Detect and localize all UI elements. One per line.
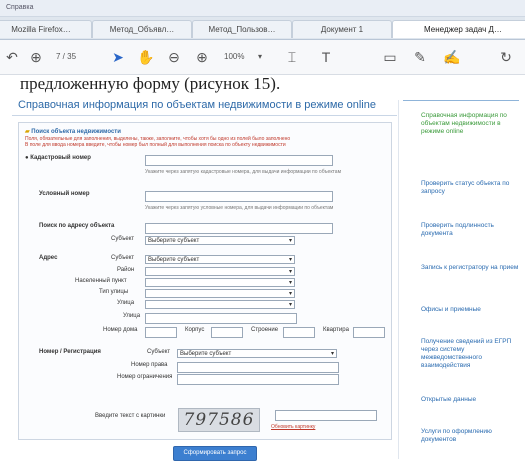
structure-input[interactable] [283, 327, 315, 338]
folder-icon: ▰ [25, 129, 30, 135]
sidebar-item-online-info[interactable]: Справочная информация по объектам недвиж… [421, 112, 519, 136]
area-select[interactable]: ▾ [145, 267, 295, 276]
section-label: ▰ Поиск объекта недвижимости [25, 129, 121, 135]
area-label: Район [117, 267, 135, 273]
tab-1[interactable]: Mozilla Firefox… [0, 20, 92, 38]
search-form: ▰ Поиск объекта недвижимости Поля, обяза… [18, 122, 392, 440]
page-counter[interactable]: 7 / 35 [56, 46, 76, 68]
warning-text-2: В поле для ввода номера введите, чтобы н… [25, 142, 286, 148]
save-icon[interactable]: ⊕ [26, 46, 46, 68]
apartment-label: Квартира [323, 327, 349, 333]
undo-icon[interactable]: ↶ [2, 46, 22, 68]
reg-date-label: Номер ограничения [117, 374, 173, 380]
captcha-input[interactable] [275, 410, 377, 421]
divider [12, 115, 397, 116]
settlement-select[interactable]: ▾ [145, 278, 295, 287]
street-type-select[interactable]: ▾ [145, 289, 295, 298]
chevron-down-icon: ▾ [288, 302, 292, 308]
select-icon[interactable]: ⌶ [282, 46, 302, 68]
tab-2[interactable]: Метод_Объявл… [92, 20, 192, 38]
chevron-down-icon: ▾ [288, 269, 292, 275]
chevron-down-icon: ▾ [288, 280, 292, 286]
subject-select[interactable]: Выберите субъект ▾ [145, 236, 295, 245]
doc-heading: предложенную форму (рисунок 15). [20, 74, 281, 93]
reg-number-input[interactable] [177, 362, 339, 373]
form-title: Справочная информация по объектам недвиж… [18, 99, 376, 111]
sidebar-item-verify[interactable]: Проверить подлинность документа [421, 222, 519, 238]
cadastral-hint: Укажите через запятую кадастровые номера… [145, 169, 342, 175]
text-icon[interactable]: T [316, 46, 336, 68]
street-type-label: Тип улицы [99, 289, 129, 295]
apartment-input[interactable] [353, 327, 385, 338]
building-input[interactable] [211, 327, 243, 338]
extra-label: Улица [123, 313, 141, 319]
street-select[interactable]: ▾ [145, 300, 295, 309]
structure-label: Строение [251, 327, 279, 333]
cadastral-label: ● Кадастровый номер [25, 155, 91, 161]
reg-subject-select[interactable]: Выберите субъект ▾ [177, 349, 337, 358]
sign-icon[interactable]: ✍ [442, 46, 462, 68]
address-block-label: Поиск по адресу объекта [39, 223, 115, 229]
addr-subject-select[interactable]: Выберите субъект ▾ [145, 255, 295, 264]
tab-strip: Mozilla Firefox… Метод_Объявл… Метод_Пол… [0, 17, 525, 40]
captcha-image: 797586 [178, 408, 260, 432]
sidebar-divider [403, 100, 519, 101]
hand-icon[interactable]: ✋ [136, 46, 156, 68]
reg-subject-label: Субъект [147, 349, 171, 355]
tab-3[interactable]: Метод_Пользов… [192, 20, 292, 38]
cadastral-input[interactable] [145, 155, 333, 166]
conditional-hint: Укажите через запятую условные номера, д… [145, 205, 334, 211]
chevron-down-icon: ▾ [288, 291, 292, 297]
settlement-label: Населенный пункт [75, 278, 127, 284]
sidebar-item-services[interactable]: Услуги по оформлению документов [421, 428, 519, 444]
conditional-label: Условный номер [39, 191, 90, 197]
conditional-input[interactable] [145, 191, 333, 202]
window-titlebar: Справка [0, 0, 525, 17]
extra-input[interactable] [145, 313, 297, 324]
comment-icon[interactable]: ▭ [380, 46, 400, 68]
reg-number-label: Номер права [131, 362, 168, 368]
reg-date-input[interactable] [177, 374, 339, 385]
zoom-in-icon[interactable]: ⊕ [192, 46, 212, 68]
house-label: Номер дома [103, 327, 138, 333]
sidebar-item-appointment[interactable]: Запись к регистратору на прием [421, 264, 519, 272]
street-label: Улица [117, 300, 135, 306]
address-label: Адрес [39, 255, 58, 261]
zoom-level[interactable]: 100% [224, 46, 244, 68]
share-icon[interactable]: ↻ [496, 46, 516, 68]
zoom-out-icon[interactable]: ⊖ [164, 46, 184, 68]
registration-label: Номер / Регистрация [39, 349, 101, 355]
address-search-input[interactable] [145, 223, 333, 234]
chevron-down-icon: ▾ [288, 257, 292, 263]
subject-label: Субъект [111, 236, 135, 242]
sidebar-item-status[interactable]: Проверить статус объекта по запросу [421, 180, 519, 196]
pen-icon[interactable]: ✎ [410, 46, 430, 68]
pointer-icon[interactable]: ➤ [108, 46, 128, 68]
building-label: Корпус [185, 327, 205, 333]
sidebar-item-open-data[interactable]: Открытые данные [421, 396, 519, 404]
sidebar-item-egrp[interactable]: Получение сведений из ЕГРП через систему… [421, 338, 519, 370]
addr-subject-label: Субъект [111, 255, 135, 261]
captcha-label: Введите текст с картинки [95, 413, 166, 419]
zoom-dropdown-icon[interactable]: ▾ [258, 46, 262, 68]
house-input[interactable] [145, 327, 177, 338]
captcha-refresh-link[interactable]: Обновить картинку [271, 424, 315, 430]
tab-4[interactable]: Документ 1 [292, 20, 392, 38]
sidebar-item-offices[interactable]: Офисы и приемные [421, 306, 519, 314]
pdf-toolbar: ↶ ⊕ 7 / 35 ➤ ✋ ⊖ ⊕ 100% ▾ ⌶ T ▭ ✎ ✍ ↻ [0, 40, 525, 75]
chevron-down-icon: ▾ [330, 351, 334, 357]
chevron-down-icon: ▾ [288, 238, 292, 244]
sidebar: Справочная информация по объектам недвиж… [398, 100, 525, 459]
radio-icon[interactable]: ● [25, 155, 29, 161]
menu-help[interactable]: Справка [6, 4, 33, 11]
tab-5-active[interactable]: Менеджер задач Д… [392, 20, 525, 38]
